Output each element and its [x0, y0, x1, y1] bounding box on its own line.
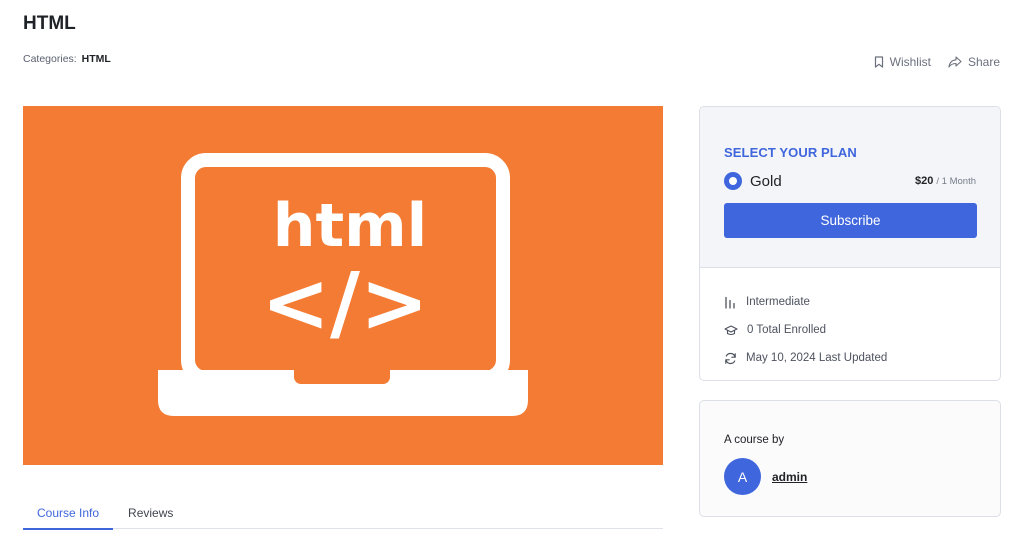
course-tabs: Course Info Reviews [23, 496, 663, 530]
plan-heading: SELECT YOUR PLAN [724, 145, 857, 160]
bookmark-icon [874, 56, 884, 68]
author-label: A course by [724, 434, 785, 446]
tab-course-info[interactable]: Course Info [23, 496, 114, 530]
course-thumbnail: html </> [23, 106, 663, 465]
level-text: Intermediate [746, 296, 810, 308]
author-name-link[interactable]: admin [772, 470, 807, 484]
author-row: A admin [724, 458, 976, 495]
plan-radio[interactable] [724, 172, 742, 190]
share-button[interactable]: Share [948, 55, 1000, 69]
graduation-cap-icon [724, 324, 738, 337]
thumbnail-word: html [273, 191, 427, 261]
thumbnail-code: </> [261, 256, 428, 351]
plan-name: Gold [750, 172, 782, 190]
plan-selector: SELECT YOUR PLAN Gold $20 / 1 Month Subs… [700, 107, 1000, 268]
course-meta: Intermediate 0 Total Enrolled May 10, 20… [700, 268, 1000, 372]
level-bars-icon [724, 296, 737, 309]
plan-card: SELECT YOUR PLAN Gold $20 / 1 Month Subs… [699, 106, 1001, 381]
tab-reviews[interactable]: Reviews [113, 496, 187, 529]
meta-updated: May 10, 2024 Last Updated [724, 344, 976, 372]
categories-label: Categories: [23, 53, 77, 65]
enrolled-text: 0 Total Enrolled [747, 324, 827, 336]
plan-price-period: / 1 Month [936, 176, 976, 187]
subscribe-button[interactable]: Subscribe [724, 203, 977, 238]
course-actions: Wishlist Share [874, 55, 1000, 69]
plan-price-amount: $20 [914, 175, 934, 187]
plan-price: $20 / 1 Month [915, 175, 976, 187]
meta-enrolled: 0 Total Enrolled [724, 316, 976, 344]
author-card: A course by A admin [699, 400, 1001, 517]
categories: Categories: HTML [23, 53, 111, 65]
share-icon [948, 56, 962, 68]
meta-level: Intermediate [724, 288, 976, 316]
wishlist-button[interactable]: Wishlist [874, 55, 931, 69]
page-title: HTML [23, 13, 76, 34]
updated-text: May 10, 2024 Last Updated [746, 352, 888, 364]
wishlist-label: Wishlist [889, 55, 931, 69]
share-label: Share [967, 55, 1000, 69]
refresh-icon [724, 352, 737, 365]
plan-option[interactable]: Gold $20 / 1 Month [724, 172, 976, 190]
category-link[interactable]: HTML [82, 53, 111, 65]
avatar[interactable]: A [724, 458, 761, 495]
